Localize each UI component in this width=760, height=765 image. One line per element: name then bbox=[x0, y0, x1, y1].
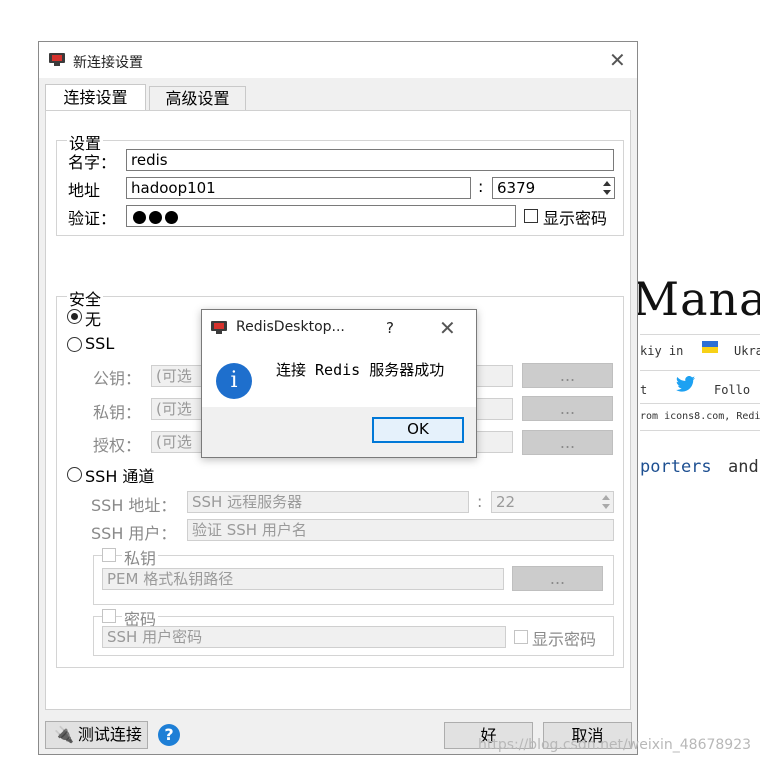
authority-label: 授权： bbox=[93, 436, 142, 455]
port-separator: : bbox=[478, 177, 484, 196]
auth-label: 验证： bbox=[68, 209, 117, 228]
settings-group: 设置 名字： redis 地址 hadoop101 : 6379 验证： 显示密… bbox=[56, 130, 624, 236]
radio-none[interactable] bbox=[67, 309, 82, 324]
info-icon: i bbox=[216, 363, 252, 399]
dialog-title: 新连接设置 bbox=[73, 55, 143, 71]
private-key-label: 私钥： bbox=[93, 403, 142, 422]
background-text: and bbox=[728, 457, 759, 477]
background-link[interactable]: Follo bbox=[714, 383, 750, 397]
pem-browse-button[interactable]: ... bbox=[512, 566, 603, 591]
public-key-browse-button[interactable]: ... bbox=[522, 363, 613, 388]
ssh-user-label: SSH 用户： bbox=[91, 524, 177, 543]
ssh-port-separator: : bbox=[477, 492, 483, 511]
test-connection-label: 测试连接 bbox=[77, 725, 142, 744]
ssh-port-spin-arrows[interactable] bbox=[600, 493, 612, 511]
divider bbox=[640, 430, 760, 431]
background-heading: Manag bbox=[632, 272, 760, 326]
show-password-checkbox[interactable] bbox=[524, 209, 538, 223]
radio-ssl[interactable] bbox=[67, 337, 82, 352]
ssh-private-key-checkbox[interactable] bbox=[102, 548, 116, 562]
password-mask bbox=[133, 209, 181, 226]
message-box-footer: OK bbox=[202, 407, 476, 457]
public-key-label: 公钥： bbox=[93, 369, 142, 388]
close-icon[interactable]: ✕ bbox=[609, 50, 626, 70]
background-text: kiy in bbox=[640, 344, 684, 358]
twitter-icon[interactable] bbox=[676, 376, 696, 396]
private-key-browse-button[interactable]: ... bbox=[522, 396, 613, 421]
pem-path-input[interactable]: PEM 格式私钥路径 bbox=[102, 568, 504, 590]
background-link[interactable]: Ukra bbox=[734, 344, 760, 358]
ukraine-flag-icon bbox=[702, 341, 718, 353]
background-link[interactable]: porters bbox=[640, 457, 712, 477]
show-password-label: 显示密码 bbox=[543, 209, 608, 228]
radio-none-label: 无 bbox=[85, 310, 102, 329]
message-box-help-button[interactable]: ? bbox=[386, 319, 394, 337]
message-text: 连接 Redis 服务器成功 bbox=[276, 361, 445, 379]
divider bbox=[640, 334, 760, 335]
ssh-password-input[interactable]: SSH 用户密码 bbox=[102, 626, 506, 648]
app-icon bbox=[49, 53, 65, 67]
name-input[interactable]: redis bbox=[126, 149, 614, 171]
ssh-user-input[interactable]: 验证 SSH 用户名 bbox=[187, 519, 614, 541]
ssh-port-value: 22 bbox=[496, 493, 516, 511]
tab-advanced-settings[interactable]: 高级设置 bbox=[149, 86, 246, 111]
ssh-password-checkbox[interactable] bbox=[102, 609, 116, 623]
tab-connection-settings[interactable]: 连接设置 bbox=[45, 84, 146, 112]
plug-icon: 🔌 bbox=[54, 725, 74, 744]
port-value: 6379 bbox=[497, 179, 536, 197]
radio-ssh-tunnel[interactable] bbox=[67, 467, 82, 482]
authority-browse-button[interactable]: ... bbox=[522, 430, 613, 455]
close-icon[interactable]: ✕ bbox=[439, 318, 456, 338]
port-spinbox[interactable]: 6379 bbox=[492, 177, 615, 199]
ssh-show-password-checkbox[interactable] bbox=[514, 630, 528, 644]
password-input[interactable] bbox=[126, 205, 516, 227]
ssh-private-key-group: 私钥 PEM 格式私钥路径 ... bbox=[93, 545, 614, 605]
background-text: t bbox=[640, 383, 648, 397]
background-text: rom icons8.com, Redis bbox=[640, 411, 760, 422]
address-label: 地址 bbox=[68, 181, 101, 200]
ssh-address-label: SSH 地址： bbox=[91, 496, 177, 515]
app-icon bbox=[211, 321, 227, 335]
ssh-password-group: 密码 SSH 用户密码 显示密码 bbox=[93, 606, 614, 656]
help-icon[interactable]: ? bbox=[158, 724, 180, 746]
ssh-port-spinbox[interactable]: 22 bbox=[491, 491, 614, 513]
port-spin-arrows[interactable] bbox=[601, 179, 613, 197]
radio-ssh-tunnel-label: SSH 通道 bbox=[85, 467, 155, 486]
message-box-title: RedisDesktop... bbox=[236, 319, 345, 335]
host-input[interactable]: hadoop101 bbox=[126, 177, 471, 199]
radio-ssl-label: SSL bbox=[85, 334, 115, 353]
success-message-box: RedisDesktop... ? ✕ i 连接 Redis 服务器成功 OK bbox=[201, 309, 477, 458]
ssh-show-password-label: 显示密码 bbox=[532, 630, 597, 649]
divider bbox=[640, 370, 760, 371]
divider bbox=[640, 403, 760, 404]
message-ok-button[interactable]: OK bbox=[372, 417, 464, 443]
ssh-address-input[interactable]: SSH 远程服务器 bbox=[187, 491, 469, 513]
ssh-private-key-label: 私钥 bbox=[122, 545, 159, 569]
test-connection-button[interactable]: 🔌 测试连接 bbox=[45, 721, 148, 749]
name-label: 名字： bbox=[68, 153, 117, 172]
watermark: https://blog.csdn.net/weixin_48678923 bbox=[478, 737, 752, 753]
dialog-titlebar: 新连接设置 ✕ bbox=[39, 42, 637, 78]
